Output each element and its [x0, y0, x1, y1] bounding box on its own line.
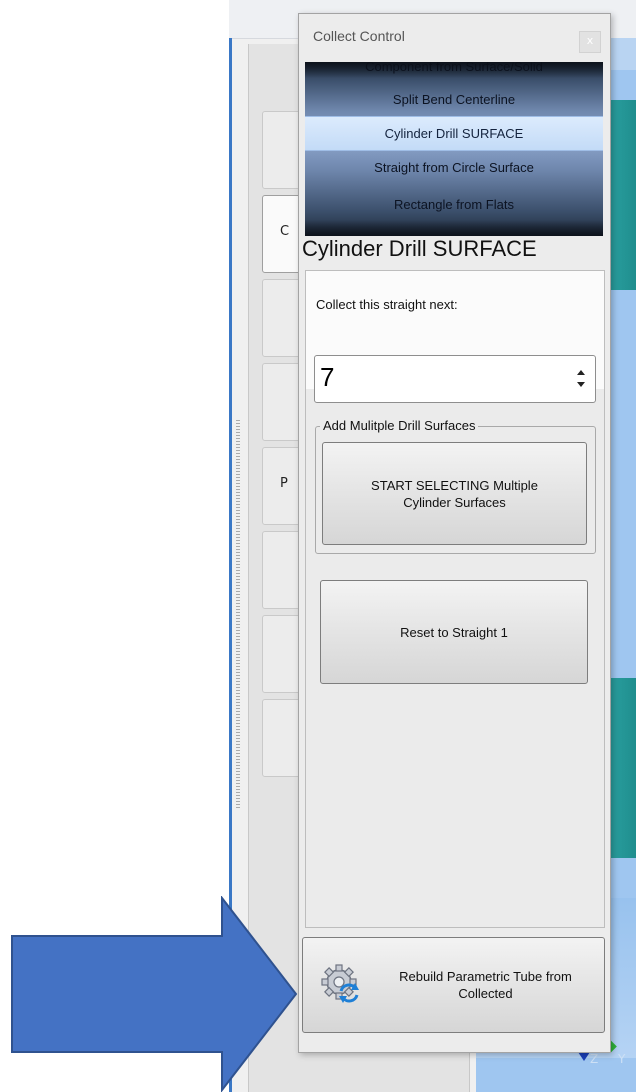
reset-label: Reset to Straight 1 [400, 624, 508, 640]
list-item-selected[interactable]: Cylinder Drill SURFACE [305, 116, 603, 151]
straight-number-value[interactable]: 7 [320, 362, 334, 393]
axis-z-icon [578, 1052, 590, 1061]
rebuild-label: Rebuild Parametric Tube from Collected [399, 969, 572, 1001]
axis-labels: Z Y [590, 1052, 634, 1066]
spin-down-icon[interactable] [577, 382, 585, 387]
splitter-grip[interactable] [236, 420, 240, 810]
background-tab-label: P [280, 476, 288, 491]
list-item[interactable]: Split Bend Centerline [305, 83, 603, 116]
list-fade [305, 220, 603, 236]
list-fade [305, 62, 603, 78]
rebuild-button[interactable]: Rebuild Parametric Tube from Collected [302, 937, 605, 1033]
multiple-drill-group: Add Mulitple Drill Surfaces START SELECT… [315, 418, 596, 554]
panel-titlebar[interactable]: Collect Control x [299, 14, 610, 62]
spin-up-icon[interactable] [577, 370, 585, 375]
group-title: Add Mulitple Drill Surfaces [320, 418, 479, 433]
start-selecting-label: START SELECTING Multiple Cylinder Surfac… [371, 477, 538, 510]
reset-button[interactable]: Reset to Straight 1 [320, 580, 588, 684]
gear-refresh-icon [321, 964, 359, 1003]
collect-next-label: Collect this straight next: [316, 297, 458, 312]
close-icon[interactable]: x [579, 31, 601, 53]
options-area: Collect this straight next: 7 Add Mulitp… [305, 270, 605, 928]
start-selecting-button[interactable]: START SELECTING Multiple Cylinder Surfac… [322, 442, 587, 545]
list-item[interactable]: Straight from Circle Surface [305, 151, 603, 184]
panel-title: Collect Control [313, 28, 405, 44]
collect-control-panel: Collect Control x Component from Surface… [298, 13, 611, 1053]
pointer-arrow [11, 896, 298, 1092]
method-list[interactable]: Component from Surface/Solid Split Bend … [305, 62, 603, 236]
list-item[interactable]: Rectangle from Flats [305, 188, 603, 221]
background-tab-label: C [280, 224, 290, 239]
straight-number-stepper[interactable]: 7 [314, 355, 596, 403]
section-title: Cylinder Drill SURFACE [302, 236, 537, 261]
